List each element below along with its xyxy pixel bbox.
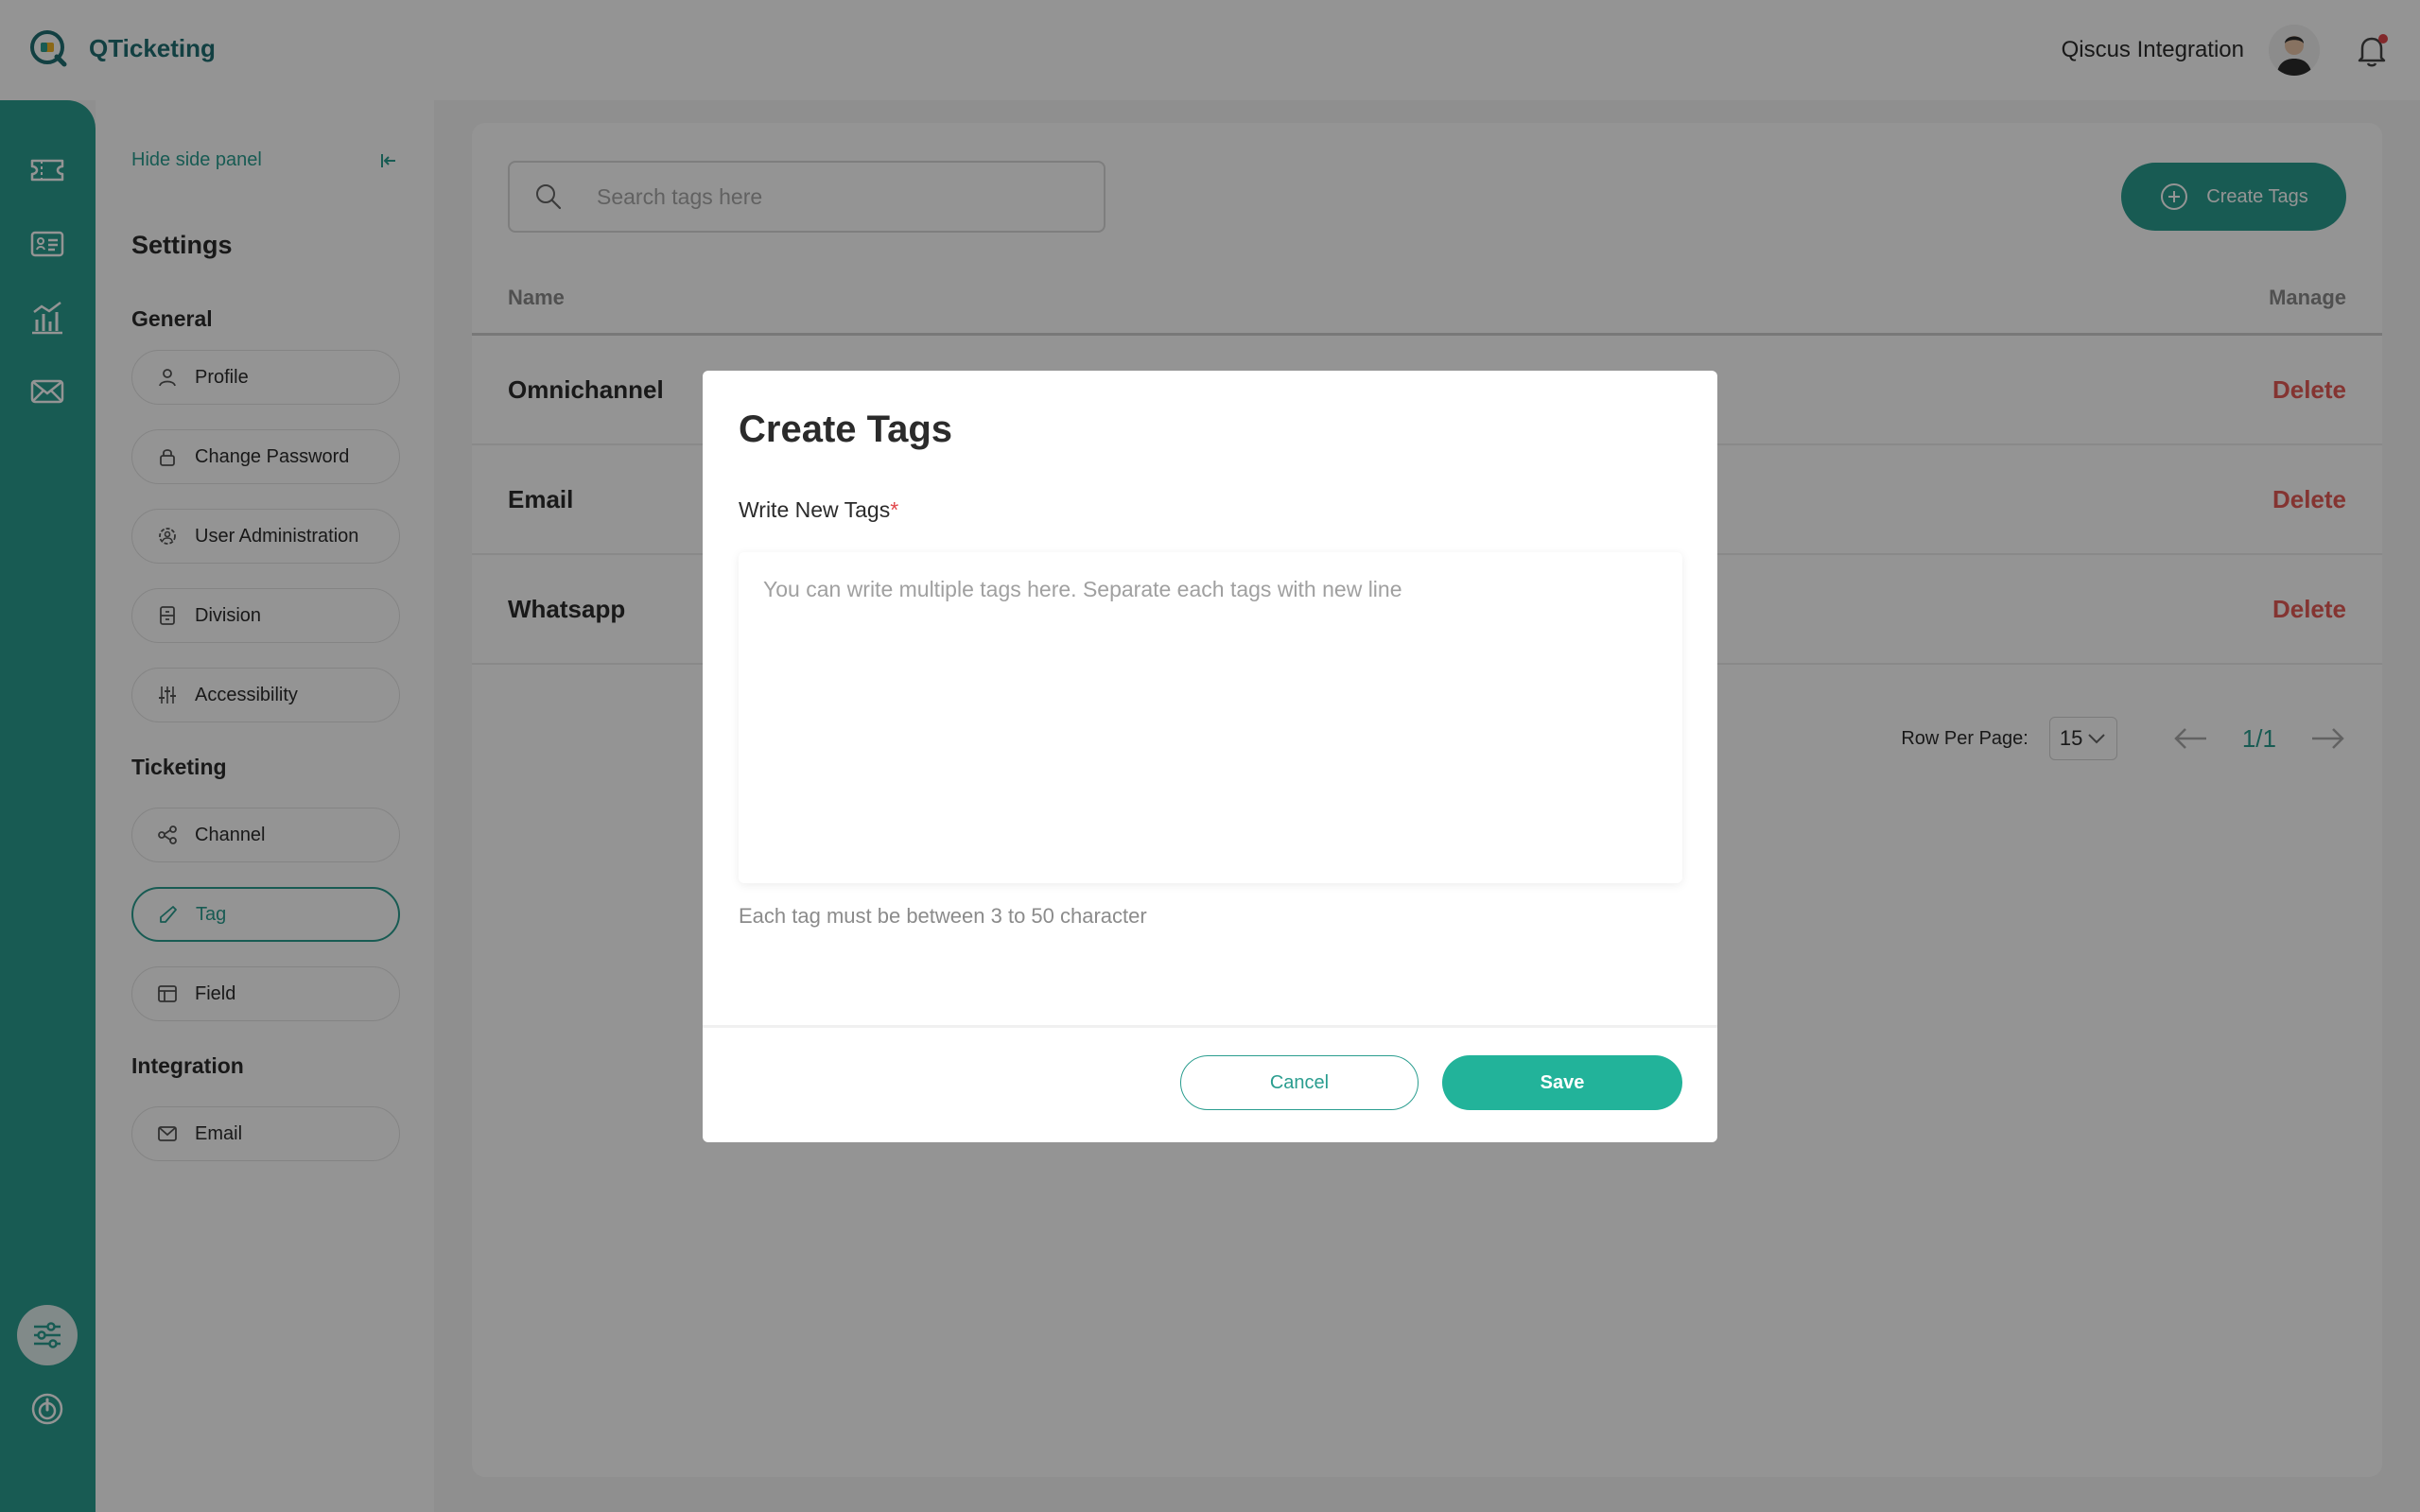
- save-button[interactable]: Save: [1442, 1055, 1682, 1110]
- create-tags-modal: Create Tags Write New Tags* Each tag mus…: [703, 371, 1717, 1142]
- tags-textarea[interactable]: [739, 552, 1682, 883]
- modal-title: Create Tags: [739, 408, 953, 450]
- cancel-button[interactable]: Cancel: [1180, 1055, 1419, 1110]
- tags-hint: Each tag must be between 3 to 50 charact…: [739, 904, 1147, 928]
- tags-field-label-text: Write New Tags: [739, 497, 891, 522]
- tags-field-label: Write New Tags*: [739, 497, 898, 523]
- required-mark: *: [890, 497, 899, 522]
